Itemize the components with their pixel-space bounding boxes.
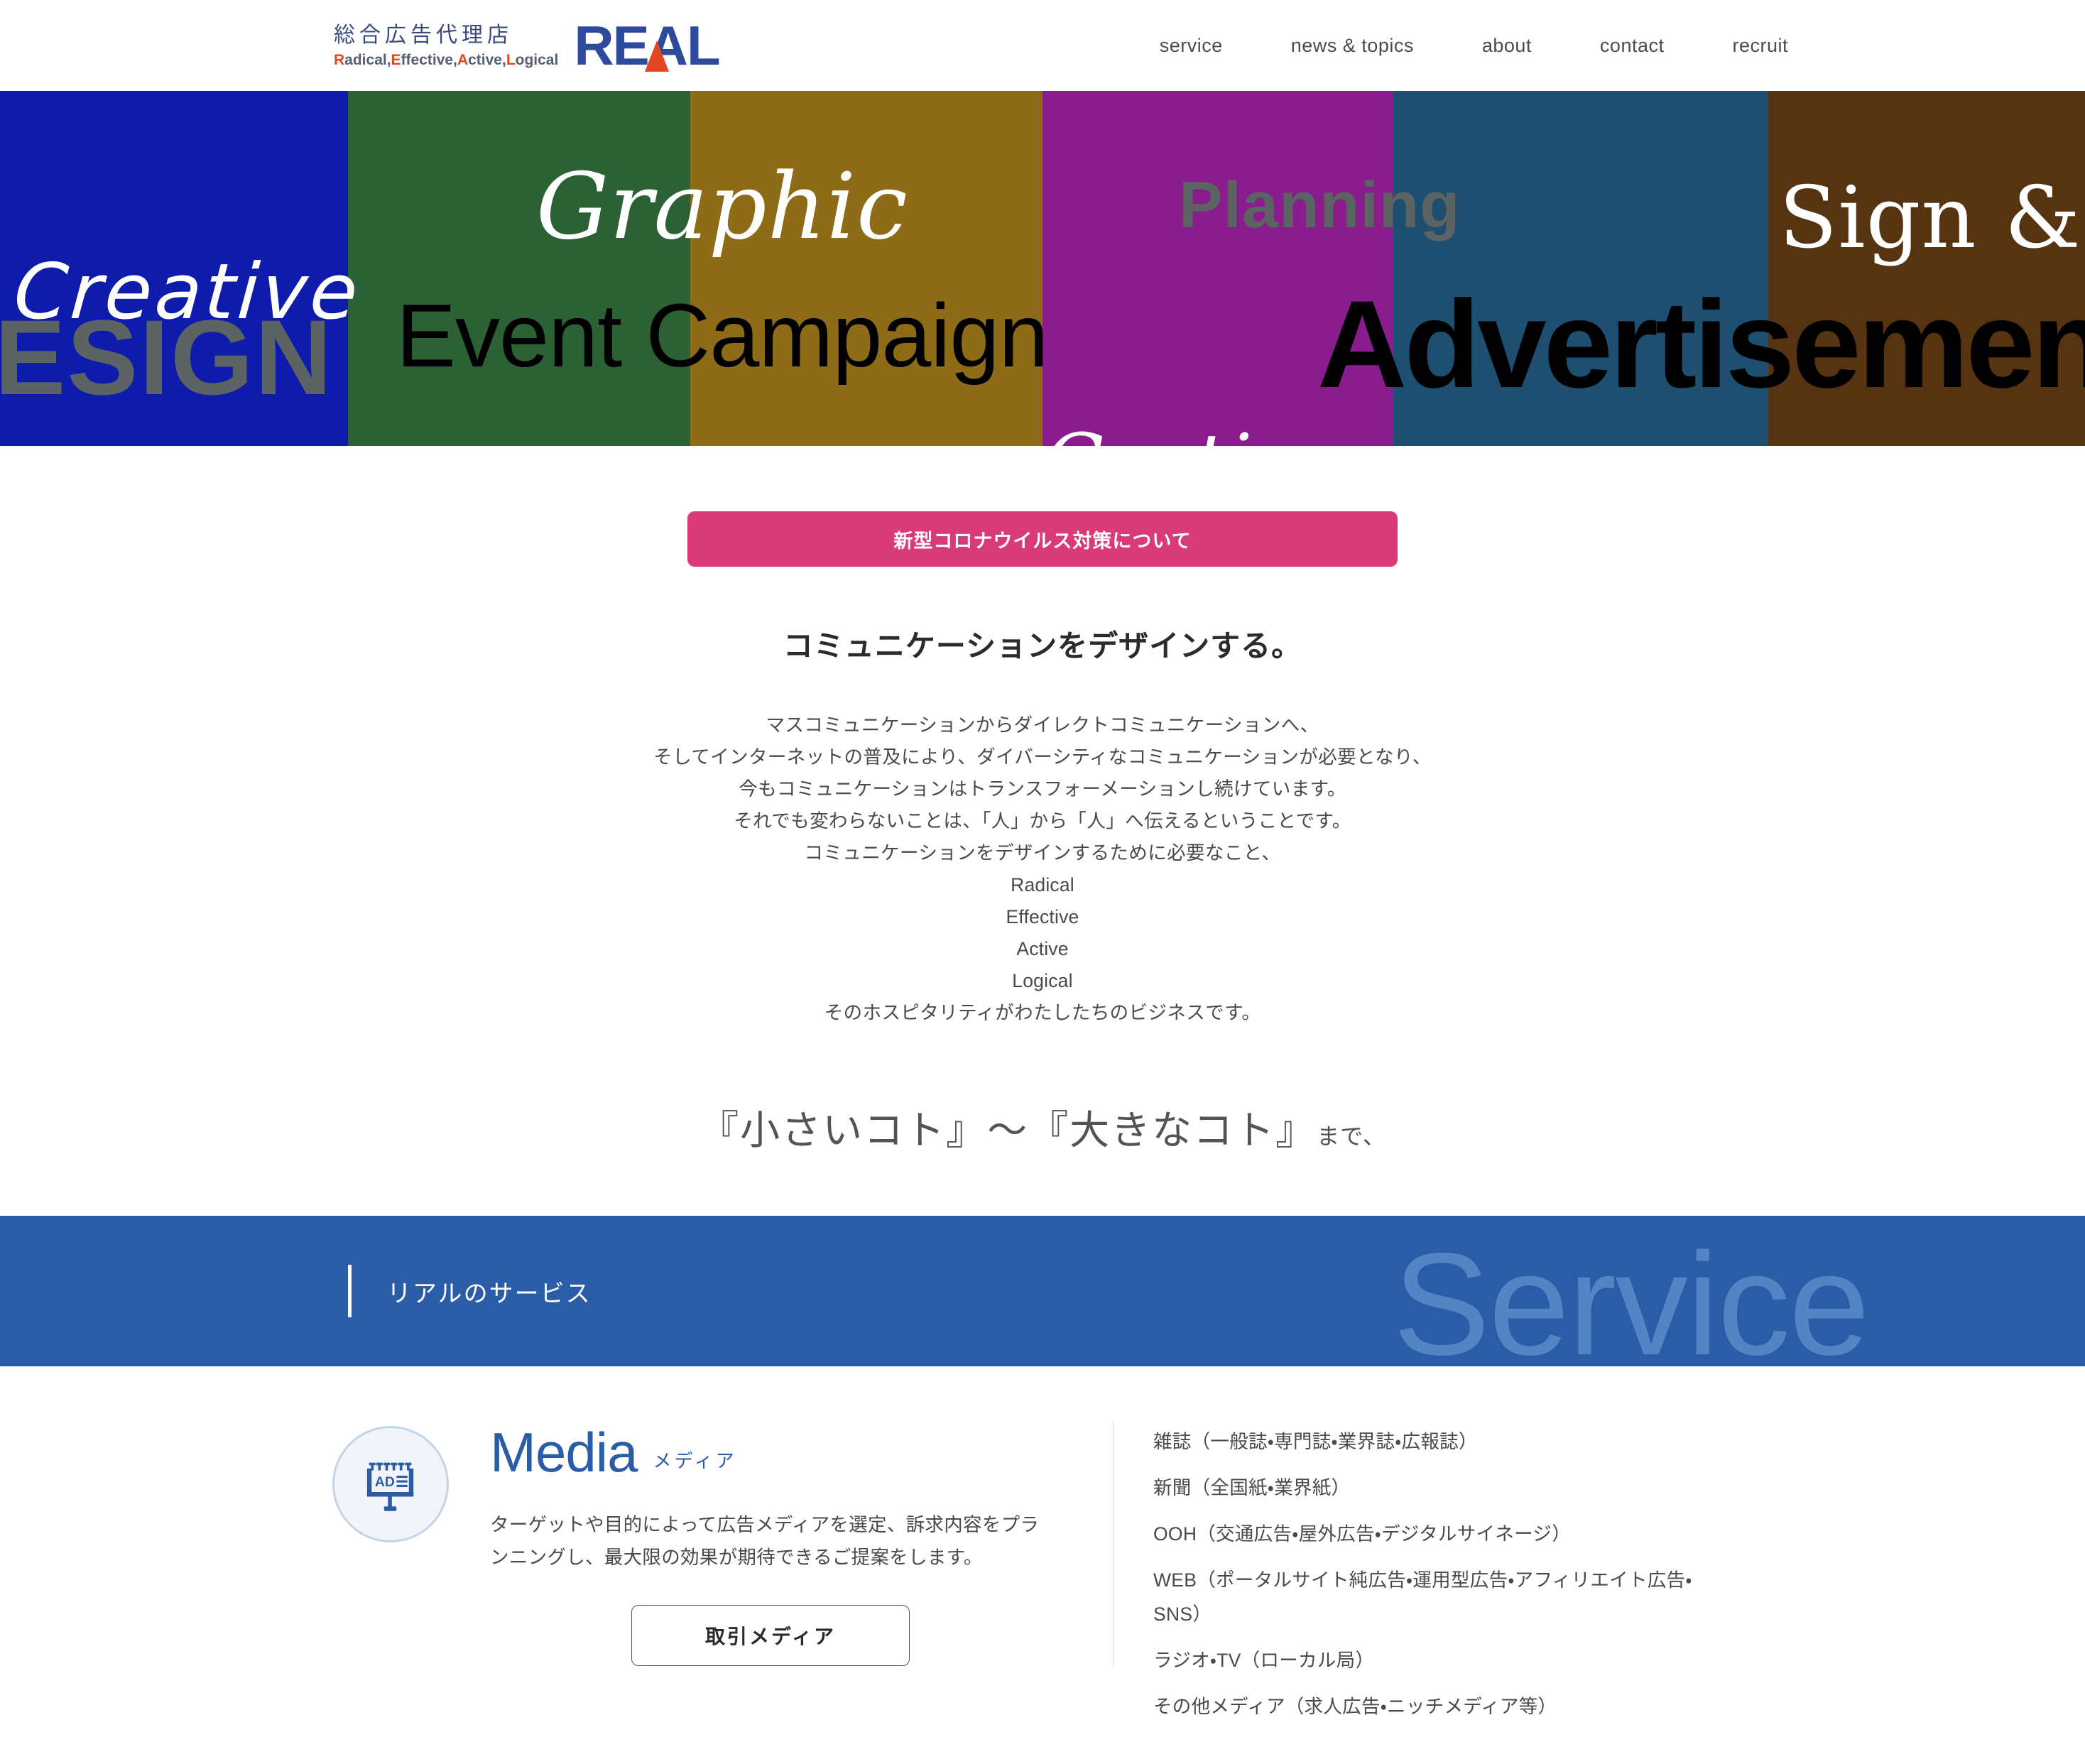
covid-notice-button[interactable]: 新型コロナウイルス対策について — [687, 511, 1398, 567]
hero-block-purple — [1042, 91, 1393, 446]
real-wordmark[interactable]: REAL — [574, 18, 720, 73]
acronym-r-rest: adical, — [344, 52, 391, 69]
intro-value-radical: Radical — [1011, 874, 1074, 895]
intro-line-1: マスコミュニケーションからダイレクトコミュニケーションへ、 — [766, 714, 1319, 736]
intro-tagline: 『小さいコト』〜『大きなコト』まで、 — [0, 1099, 2085, 1156]
nav-item-recruit[interactable]: recruit — [1732, 26, 1788, 65]
intro-line-5: コミュニケーションをデザインするために必要なこと、 — [804, 842, 1281, 864]
service-accent-rule — [348, 1265, 352, 1317]
service-media-left-column: AD Media メディア ターゲットや目的によって広告メディアを選定、訴求内容… — [332, 1420, 1114, 1666]
list-item: OOH（交通広告・屋外広告・デジタルサイネージ） — [1153, 1523, 1572, 1545]
brand-acronym-line: Radical,Effective,Active,Logical — [334, 51, 558, 69]
acronym-l-rest: ogical — [515, 52, 559, 69]
list-item: 新聞（全国紙・業界紙） — [1153, 1477, 1351, 1498]
media-type-list: 雑誌（一般誌・専門誌・業界誌・広報誌） 新聞（全国紙・業界紙） OOH（交通広告… — [1153, 1425, 1753, 1724]
service-media-right-column: 雑誌（一般誌・専門誌・業界誌・広報誌） 新聞（全国紙・業界紙） OOH（交通広告… — [1114, 1420, 1753, 1736]
intro-line-3: 今もコミュニケーションはトランスフォーメーションし続けています。 — [739, 778, 1346, 800]
intro-line-2: そしてインターネットの普及により、ダイバーシティなコミュニケーションが必要となり… — [653, 746, 1432, 768]
intro-value-active: Active — [1016, 938, 1069, 959]
service-media-text-block: Media メディア ターゲットや目的によって広告メディアを選定、訴求内容をプラ… — [490, 1420, 1051, 1666]
hero-block-gold — [690, 91, 1042, 446]
intro-tagline-suffix: まで、 — [1317, 1123, 1386, 1150]
ad-billboard-icon: AD — [332, 1426, 449, 1542]
list-item: WEB（ポータルサイト純広告・運用型広告・アフィリエイト広告・SNS） — [1153, 1569, 1692, 1625]
main-navigation: service news & topics about contact recr… — [1126, 26, 1822, 65]
acronym-a-rest: ctive, — [468, 52, 506, 69]
hero-banner: DESIGN Creative Graphic Event Campaign S… — [0, 91, 2085, 446]
list-item: ラジオ・TV（ローカル局） — [1153, 1650, 1375, 1671]
acronym-a: A — [457, 52, 469, 69]
hero-block-green — [348, 91, 690, 446]
transaction-media-button[interactable]: 取引メディア — [631, 1605, 910, 1666]
real-triangle-icon — [645, 40, 670, 72]
list-item: 雑誌（一般誌・専門誌・業界誌・広報誌） — [1153, 1431, 1478, 1452]
service-section-band: リアルのサービス Service — [0, 1216, 2085, 1366]
hero-block-teal — [1393, 91, 1768, 446]
service-content-section: AD Media メディア ターゲットや目的によって広告メディアを選定、訴求内容… — [0, 1366, 2085, 1764]
intro-line-4: それでも変わらないことは、「人」から「人」へ伝えるということです。 — [734, 810, 1351, 832]
brand-logo-group[interactable]: 総合広告代理店 Radical,Effective,Active,Logical… — [334, 18, 721, 73]
nav-item-contact[interactable]: contact — [1600, 26, 1665, 65]
nav-item-service[interactable]: service — [1160, 26, 1223, 65]
brand-japanese-text: 総合広告代理店 Radical,Effective,Active,Logical — [334, 22, 558, 70]
list-item: その他メディア（求人広告・ニッチメディア等） — [1153, 1696, 1557, 1717]
hero-color-blocks — [0, 91, 2085, 446]
hero-block-brown — [1768, 91, 2085, 446]
nav-item-news-topics[interactable]: news & topics — [1291, 26, 1414, 65]
service-band-ghost-text: Service — [1393, 1223, 1870, 1366]
nav-item-about[interactable]: about — [1482, 26, 1532, 65]
brand-tagline-jp: 総合広告代理店 — [334, 23, 513, 47]
service-button-wrap: 取引メディア — [490, 1605, 1051, 1666]
intro-body-text: マスコミュニケーションからダイレクトコミュニケーションへ、 そしてインターネット… — [0, 709, 2085, 1029]
service-media-row: AD Media メディア ターゲットや目的によって広告メディアを選定、訴求内容… — [332, 1420, 1753, 1736]
service-media-heading: Media メディア — [490, 1425, 1051, 1480]
intro-line-closing: そのホスピタリティがわたしたちのビジネスです。 — [824, 1002, 1261, 1023]
intro-heading: コミュニケーションをデザインする。 — [783, 629, 1302, 663]
intro-value-effective: Effective — [1006, 906, 1079, 927]
hero-block-blue — [0, 91, 348, 446]
acronym-r: R — [334, 52, 345, 69]
acronym-l: L — [506, 52, 516, 69]
intro-value-logical: Logical — [1012, 970, 1073, 991]
acronym-e-rest: ffective, — [401, 52, 457, 69]
service-band-title-jp: リアルのサービス — [387, 1280, 592, 1307]
intro-tagline-main: 『小さいコト』〜『大きなコト』 — [699, 1108, 1317, 1154]
site-header: 総合広告代理店 Radical,Effective,Active,Logical… — [0, 0, 2085, 91]
acronym-e: E — [391, 52, 401, 69]
page-root: 総合広告代理店 Radical,Effective,Active,Logical… — [0, 0, 2085, 1764]
intro-section: 新型コロナウイルス対策について コミュニケーションをデザインする。 マスコミュニ… — [0, 446, 2085, 1216]
service-title-jp: メディア — [653, 1450, 737, 1471]
service-band-inner: リアルのサービス Service — [0, 1216, 2085, 1366]
svg-text:AD: AD — [375, 1475, 395, 1490]
service-band-label-group: リアルのサービス — [348, 1265, 592, 1317]
service-description: ターゲットや目的によって広告メディアを選定、訴求内容をプランニングし、最大限の効… — [490, 1514, 1040, 1568]
service-title-en: Media — [490, 1421, 638, 1483]
